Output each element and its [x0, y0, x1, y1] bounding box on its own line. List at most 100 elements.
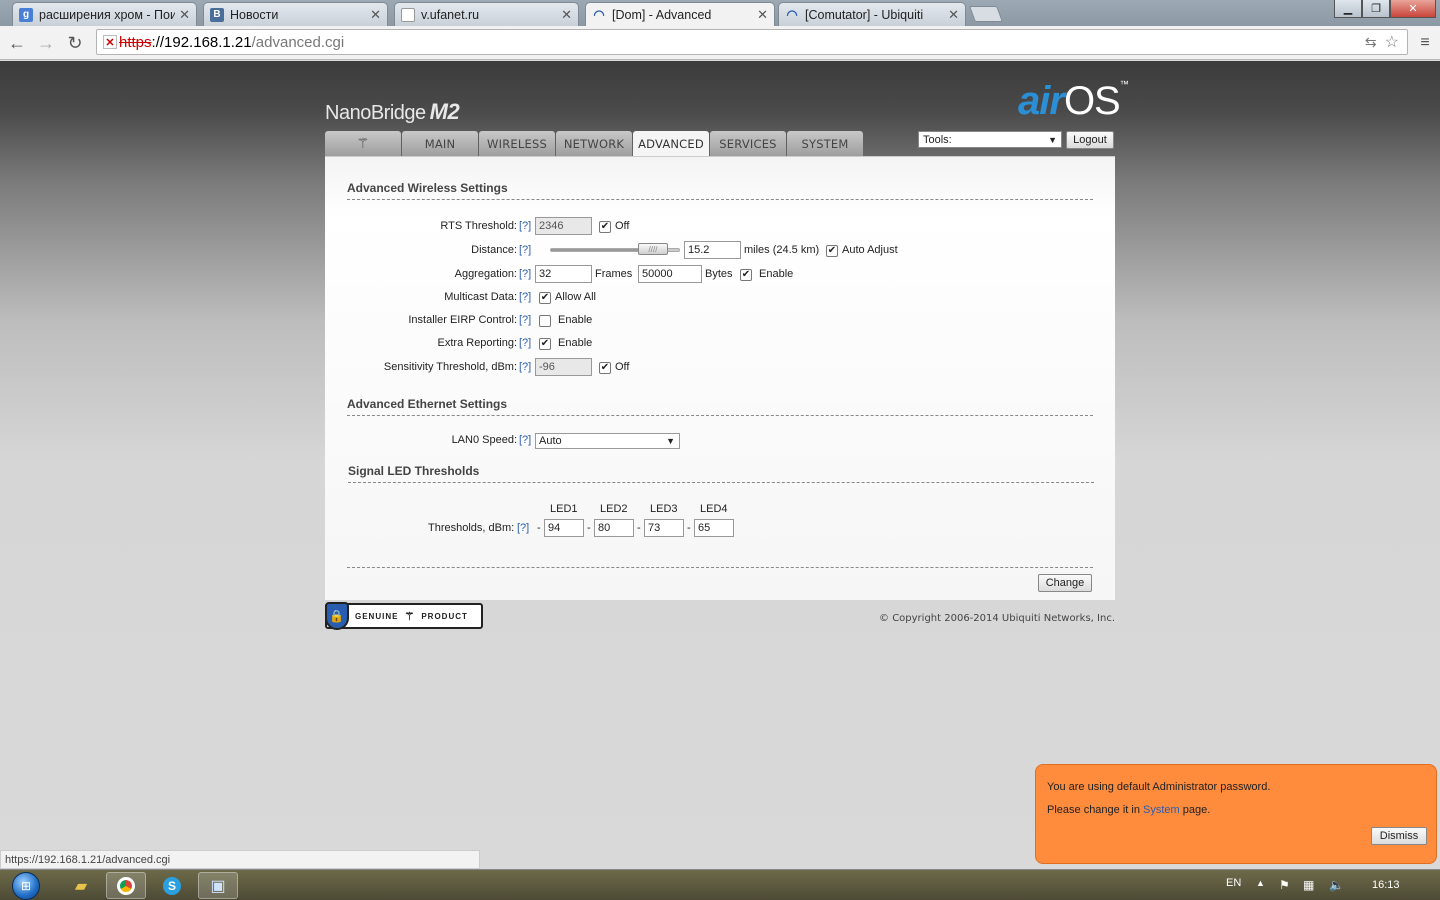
action-center-flag-icon[interactable]: ⚑ — [1279, 878, 1290, 892]
dismiss-button[interactable]: Dismiss — [1371, 827, 1427, 845]
skype-icon[interactable]: S — [152, 872, 192, 899]
browser-toolbar: ← → ↻ ✕ https ://192.168.1.21 /advanced.… — [0, 26, 1440, 60]
translate-icon[interactable]: ⇆ — [1365, 34, 1377, 51]
clock[interactable]: 16:13 — [1372, 879, 1400, 891]
close-icon[interactable]: ✕ — [179, 7, 190, 23]
explorer-icon[interactable]: ▰ — [61, 872, 101, 899]
notification-text: Please change it in — [1047, 804, 1144, 816]
start-button[interactable]: ⊞ — [6, 870, 46, 900]
browser-tab[interactable]: B Новости ✕ — [203, 2, 388, 26]
distance-help-link[interactable]: [?] — [519, 244, 531, 256]
led3-input[interactable]: 73 — [644, 519, 684, 537]
address-bar[interactable]: ✕ https ://192.168.1.21 /advanced.cgi ⇆ … — [96, 29, 1408, 55]
browser-tab[interactable]: v.ufanet.ru ✕ — [394, 2, 579, 26]
aggregation-help-link[interactable]: [?] — [519, 268, 531, 280]
led4-input[interactable]: 65 — [694, 519, 734, 537]
eirp-enable-checkbox[interactable] — [539, 315, 551, 327]
aggregation-frames-input[interactable]: 32 — [535, 265, 592, 283]
aggregation-enable-checkbox[interactable]: ✔ — [740, 269, 752, 281]
aggregation-label: Aggregation: — [454, 268, 517, 280]
aggregation-bytes-input[interactable]: 50000 — [638, 265, 702, 283]
language-indicator[interactable]: EN — [1226, 877, 1241, 889]
logout-button[interactable]: Logout — [1066, 131, 1114, 149]
tab-network[interactable]: NETWORK — [556, 131, 632, 156]
minimize-button[interactable]: ▁ — [1334, 0, 1362, 18]
multicast-help-link[interactable]: [?] — [519, 291, 531, 303]
eirp-enable-label: Enable — [558, 314, 593, 326]
brand-model: M2 — [429, 99, 460, 124]
browser-tab[interactable]: g расширения хром - Пои ✕ — [12, 2, 197, 26]
browser-tab-title: Новости — [230, 7, 279, 22]
thresholds-help-link[interactable]: [?] — [517, 522, 529, 534]
change-button[interactable]: Change — [1038, 574, 1092, 592]
minus-sign: - — [687, 522, 691, 534]
product-label: PRODUCT — [421, 611, 468, 621]
distance-slider-handle[interactable]: //// — [638, 243, 668, 255]
volume-icon[interactable]: 🔈 — [1329, 878, 1344, 892]
maximize-button[interactable]: ❐ — [1362, 0, 1390, 18]
distance-label: Distance: — [471, 244, 517, 256]
tab-main[interactable]: MAIN — [402, 131, 478, 156]
forward-icon[interactable]: → — [35, 32, 57, 54]
device-brand: NanoBridge M2 — [325, 99, 460, 125]
sensitivity-help-link[interactable]: [?] — [519, 361, 531, 373]
minus-sign: - — [587, 522, 591, 534]
show-hidden-icons-icon[interactable]: ▲ — [1256, 878, 1265, 888]
new-tab-button[interactable] — [969, 6, 1003, 22]
logo-tm: ™ — [1119, 79, 1129, 89]
logo-air: air — [1018, 79, 1065, 123]
tools-select[interactable]: Tools: ▼ — [918, 131, 1062, 148]
rts-off-label: Off — [615, 220, 630, 232]
minus-sign: - — [537, 522, 541, 534]
sensitivity-off-checkbox[interactable]: ✔ — [599, 362, 611, 374]
close-window-button[interactable]: ✕ — [1390, 0, 1436, 18]
led2-input[interactable]: 80 — [594, 519, 634, 537]
distance-input[interactable]: 15.2 — [684, 241, 741, 259]
close-icon[interactable]: ✕ — [561, 7, 572, 23]
auto-adjust-checkbox[interactable]: ✔ — [826, 245, 838, 257]
tab-system[interactable]: SYSTEM — [787, 131, 863, 156]
eirp-help-link[interactable]: [?] — [519, 314, 531, 326]
thresholds-label: Thresholds, dBm: — [428, 522, 515, 534]
sensitivity-label: Sensitivity Threshold, dBm: — [383, 361, 517, 373]
tab-ubnt-logo[interactable]: ⚚ — [325, 131, 401, 156]
close-icon[interactable]: ✕ — [948, 7, 959, 23]
bookmark-star-icon[interactable]: ☆ — [1385, 32, 1399, 52]
browser-tab[interactable]: ◠ [Comutator] - Ubiquiti ✕ — [778, 2, 966, 26]
rts-off-checkbox[interactable]: ✔ — [599, 221, 611, 233]
chrome-icon[interactable] — [106, 872, 146, 899]
close-icon[interactable]: ✕ — [370, 7, 381, 23]
tab-advanced[interactable]: ADVANCED — [633, 131, 709, 156]
genuine-label: GENUINE — [355, 611, 399, 621]
bytes-label: Bytes — [705, 268, 733, 280]
browser-tab-strip: g расширения хром - Пои ✕ B Новости ✕ v.… — [0, 0, 1440, 27]
network-icon[interactable]: ▦ — [1303, 878, 1314, 892]
sensitivity-off-label: Off — [615, 361, 630, 373]
remote-desktop-icon[interactable]: ▣ — [198, 872, 238, 899]
close-icon[interactable]: ✕ — [757, 7, 768, 23]
led1-input[interactable]: 94 — [544, 519, 584, 537]
back-icon[interactable]: ← — [6, 32, 28, 54]
vk-icon: B — [210, 7, 224, 22]
multicast-allow-label: Allow All — [555, 291, 596, 303]
extra-reporting-checkbox[interactable]: ✔ — [539, 338, 551, 350]
system-link[interactable]: System — [1143, 804, 1180, 816]
extra-reporting-help-link[interactable]: [?] — [519, 337, 531, 349]
multicast-allow-checkbox[interactable]: ✔ — [539, 292, 551, 304]
rts-help-link[interactable]: [?] — [519, 220, 531, 232]
lan-speed-help-link[interactable]: [?] — [519, 434, 531, 446]
insecure-lock-icon[interactable]: ✕ — [103, 35, 117, 49]
menu-icon[interactable]: ≡ — [1414, 32, 1436, 54]
tab-wireless[interactable]: WIRELESS — [479, 131, 555, 156]
tab-services[interactable]: SERVICES — [710, 131, 786, 156]
lan-speed-value: Auto — [539, 435, 562, 447]
google-icon: g — [19, 7, 33, 22]
lan-speed-select[interactable]: Auto ▼ — [535, 433, 680, 449]
copyright: © Copyright 2006-2014 Ubiquiti Networks,… — [879, 613, 1115, 624]
windows-logo-icon: ⊞ — [12, 871, 40, 900]
rts-input[interactable]: 2346 — [535, 217, 592, 235]
distance-slider[interactable]: //// — [550, 243, 680, 255]
browser-tab-active[interactable]: ◠ [Dom] - Advanced ✕ — [585, 2, 775, 27]
sensitivity-input[interactable]: -96 — [535, 358, 592, 376]
reload-icon[interactable]: ↻ — [64, 32, 86, 54]
